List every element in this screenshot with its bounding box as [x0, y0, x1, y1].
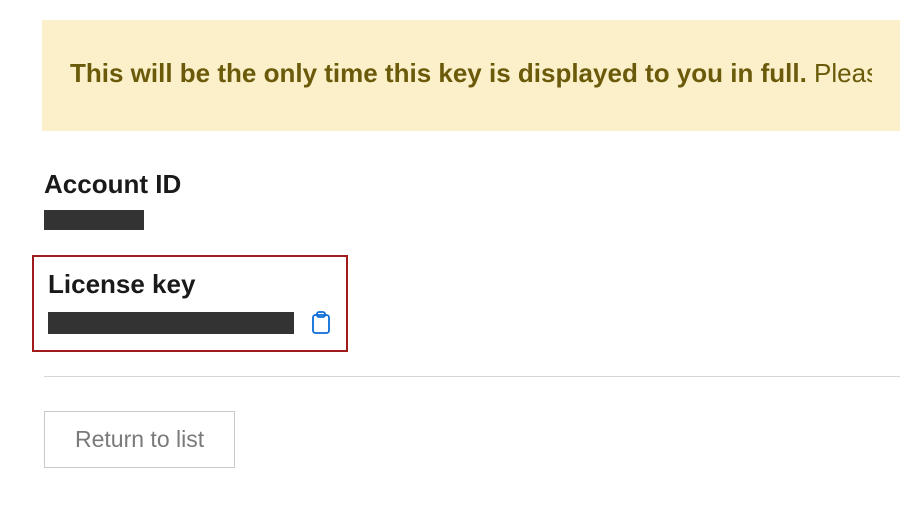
clipboard-icon[interactable]: [310, 310, 332, 336]
section-divider: [44, 376, 900, 377]
license-key-highlight-box: License key: [32, 255, 348, 352]
alert-banner: This will be the only time this key is d…: [42, 20, 900, 131]
license-key-redacted: [48, 312, 294, 334]
account-id-section: Account ID: [42, 169, 900, 235]
account-id-value-row: [44, 210, 900, 235]
alert-normal-text: Please be sure to copy it somewhere for …: [807, 58, 872, 88]
return-to-list-button[interactable]: Return to list: [44, 411, 235, 468]
license-key-row: [48, 310, 332, 336]
account-id-redacted: [44, 210, 144, 230]
account-id-label: Account ID: [44, 169, 900, 200]
clipboard-svg: [310, 310, 332, 336]
license-key-label: License key: [48, 269, 332, 300]
alert-message: This will be the only time this key is d…: [70, 52, 872, 95]
alert-bold-text: This will be the only time this key is d…: [70, 58, 807, 88]
